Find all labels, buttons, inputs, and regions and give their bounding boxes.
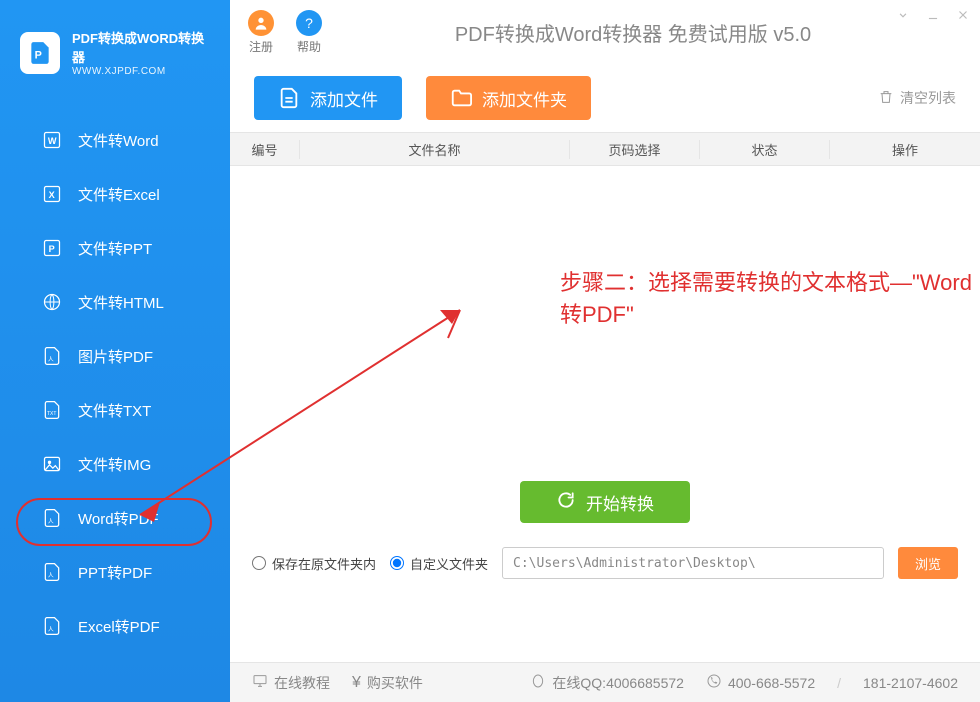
main-panel: 注册 ? 帮助 PDF转换成Word转换器 免费试用版 v5.0 添加文件 添加… (230, 0, 980, 702)
add-folder-button[interactable]: 添加文件夹 (426, 76, 591, 120)
txt-icon: TXT (42, 400, 62, 420)
svg-text:人: 人 (48, 518, 54, 525)
pdf-icon: 人 (42, 616, 62, 636)
qq-contact[interactable]: 在线QQ:4006685572 (530, 673, 684, 693)
user-icon (248, 10, 274, 36)
sidebar-item-label: 文件转Excel (78, 184, 160, 205)
sidebar-item-word[interactable]: W 文件转Word (0, 113, 230, 167)
close-icon[interactable] (956, 8, 970, 25)
pdf-icon: 人 (42, 346, 62, 366)
excel-icon: X (42, 184, 62, 204)
sidebar-item-txt[interactable]: TXT 文件转TXT (0, 383, 230, 437)
start-convert-button[interactable]: 开始转换 (520, 481, 690, 523)
sidebar-item-label: Excel转PDF (78, 616, 160, 637)
save-path-input[interactable] (502, 547, 884, 579)
logo-title: PDF转换成WORD转换器 (72, 28, 210, 66)
clear-list-label: 清空列表 (900, 88, 956, 108)
clear-list-button[interactable]: 清空列表 (878, 88, 956, 108)
window-controls (896, 8, 970, 25)
help-label: 帮助 (297, 38, 321, 55)
sidebar-item-label: PPT转PDF (78, 562, 152, 583)
separator: / (837, 675, 841, 691)
phone2: 181-2107-4602 (863, 675, 958, 691)
svg-text:W: W (48, 136, 57, 146)
logo: P PDF转换成WORD转换器 WWW.XJPDF.COM (0, 0, 230, 99)
logo-icon: P (20, 32, 60, 74)
svg-text:TXT: TXT (47, 411, 56, 417)
sidebar-item-excel[interactable]: X 文件转Excel (0, 167, 230, 221)
register-label: 注册 (249, 38, 273, 55)
sidebar-item-html[interactable]: 文件转HTML (0, 275, 230, 329)
sidebar-item-label: 图片转PDF (78, 346, 153, 367)
monitor-icon (252, 673, 268, 692)
table-body (230, 166, 980, 466)
sidebar-item-img2pdf[interactable]: 人 图片转PDF (0, 329, 230, 383)
ppt-icon: P (42, 238, 62, 258)
word-icon: W (42, 130, 62, 150)
radio-original-folder[interactable]: 保存在原文件夹内 (252, 554, 376, 573)
image-icon (42, 454, 62, 474)
phone-contact[interactable]: 400-668-5572 (706, 673, 815, 692)
col-filename: 文件名称 (300, 140, 570, 159)
convert-row: 开始转换 (230, 466, 980, 538)
sidebar-item-img[interactable]: 文件转IMG (0, 437, 230, 491)
minimize-icon[interactable] (926, 8, 940, 25)
add-folder-label: 添加文件夹 (482, 86, 567, 111)
table-header: 编号 文件名称 页码选择 状态 操作 (230, 132, 980, 166)
add-file-label: 添加文件 (310, 86, 378, 111)
help-icon: ? (296, 10, 322, 36)
register-button[interactable]: 注册 (248, 10, 274, 55)
save-options: 保存在原文件夹内 自定义文件夹 浏览 (230, 538, 980, 588)
sidebar-menu: W 文件转Word X 文件转Excel P 文件转PPT 文件转HTML 人 图片转P… (0, 99, 230, 653)
browse-button[interactable]: 浏览 (898, 547, 958, 579)
refresh-icon (556, 490, 576, 515)
svg-text:人: 人 (48, 356, 54, 363)
trash-icon (878, 89, 894, 108)
sidebar-item-label: 文件转TXT (78, 400, 151, 421)
sidebar: P PDF转换成WORD转换器 WWW.XJPDF.COM W 文件转Word X… (0, 0, 230, 702)
sidebar-item-label: 文件转PPT (78, 238, 152, 259)
svg-text:P: P (35, 49, 42, 61)
sidebar-item-label: 文件转IMG (78, 454, 151, 475)
svg-text:X: X (49, 190, 56, 200)
col-status: 状态 (700, 140, 830, 159)
qq-icon (530, 673, 546, 692)
logo-subtitle: WWW.XJPDF.COM (72, 66, 210, 77)
tutorial-link[interactable]: 在线教程 (252, 673, 330, 693)
app-title: PDF转换成Word转换器 免费试用版 v5.0 (344, 18, 922, 47)
col-index: 编号 (230, 140, 300, 159)
svg-text:P: P (49, 244, 55, 254)
phone-icon (706, 673, 722, 692)
sidebar-item-label: 文件转Word (78, 130, 159, 151)
col-action: 操作 (830, 140, 980, 159)
svg-text:人: 人 (48, 626, 54, 633)
topbar: 注册 ? 帮助 PDF转换成Word转换器 免费试用版 v5.0 (230, 0, 980, 64)
file-icon (278, 87, 300, 109)
radio-custom-folder[interactable]: 自定义文件夹 (390, 554, 488, 573)
sidebar-item-ppt[interactable]: P 文件转PPT (0, 221, 230, 275)
footer: 在线教程 ¥购买软件 在线QQ:4006685572 400-668-5572 … (230, 662, 980, 702)
pdf-icon: 人 (42, 562, 62, 582)
col-pages: 页码选择 (570, 140, 700, 159)
globe-icon (42, 292, 62, 312)
sidebar-item-label: 文件转HTML (78, 292, 164, 313)
sidebar-item-label: Word转PDF (78, 508, 159, 529)
sidebar-item-excel2pdf[interactable]: 人 Excel转PDF (0, 599, 230, 653)
start-convert-label: 开始转换 (586, 490, 654, 515)
help-button[interactable]: ? 帮助 (296, 10, 322, 55)
toolbar: 添加文件 添加文件夹 清空列表 (230, 64, 980, 132)
add-file-button[interactable]: 添加文件 (254, 76, 402, 120)
svg-text:人: 人 (48, 572, 54, 579)
dropdown-icon[interactable] (896, 8, 910, 25)
sidebar-item-word2pdf[interactable]: 人 Word转PDF (0, 491, 230, 545)
buy-link[interactable]: ¥购买软件 (352, 673, 423, 693)
pdf-icon: 人 (42, 508, 62, 528)
sidebar-item-ppt2pdf[interactable]: 人 PPT转PDF (0, 545, 230, 599)
yen-icon: ¥ (352, 674, 361, 692)
folder-icon (450, 87, 472, 109)
